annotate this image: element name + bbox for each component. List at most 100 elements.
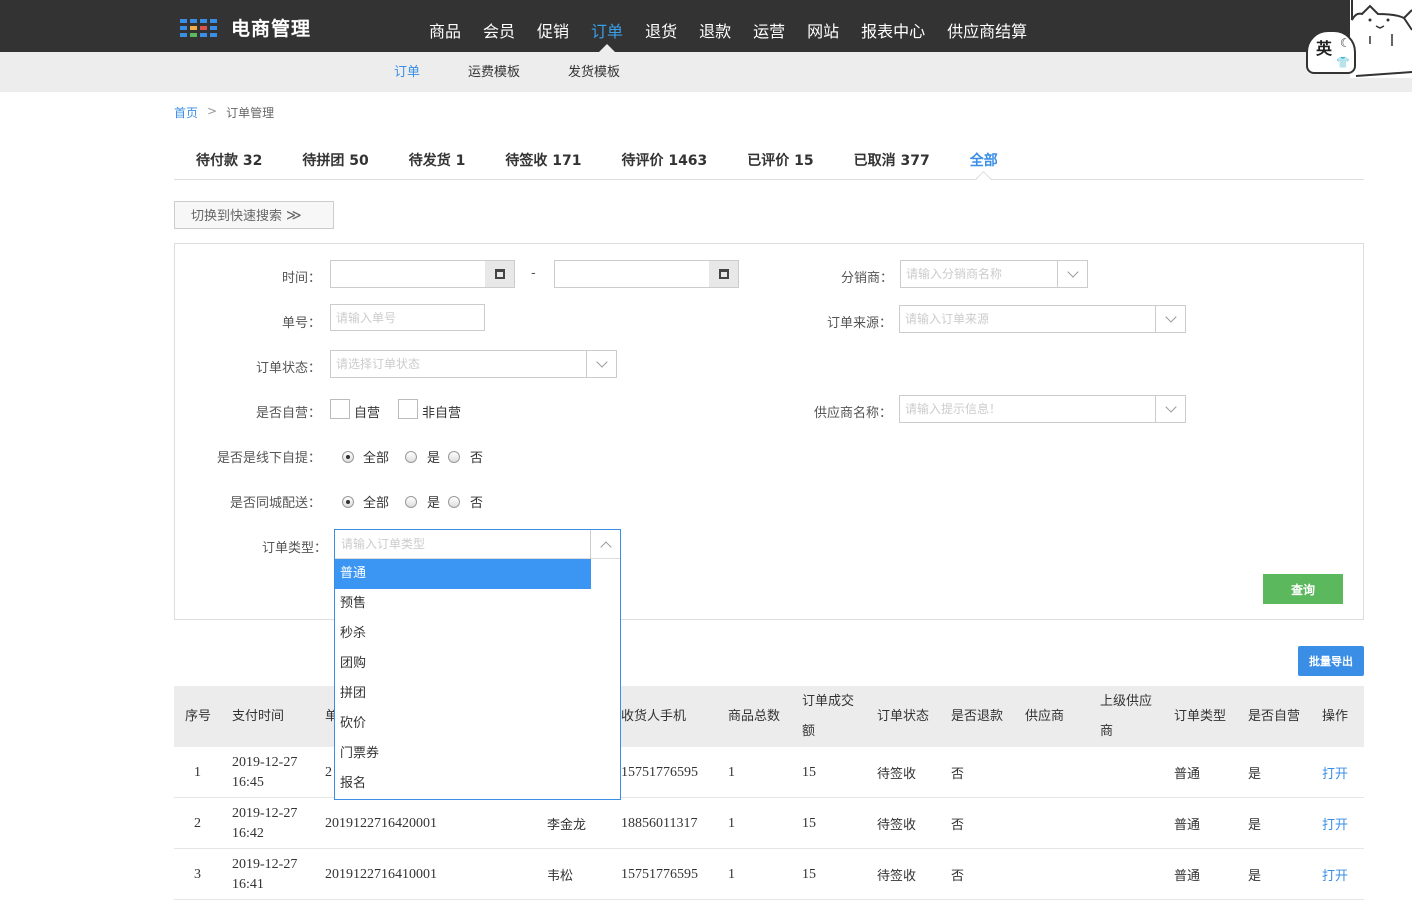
moon-icon: ☾ [1340,36,1351,50]
batch-export-button[interactable]: 批量导出 [1298,646,1364,676]
option-flash-sale[interactable]: 秒杀 [335,619,620,649]
breadcrumb-home[interactable]: 首页 [174,104,198,121]
cell-order-no: 2019122716420001 [325,815,437,831]
open-order-link[interactable]: 打开 [1322,814,1348,833]
order-status-select[interactable]: 请选择订单状态 [330,350,617,378]
option-presale[interactable]: 预售 [335,589,620,619]
option-pintuan[interactable]: 拼团 [335,679,620,709]
nav-item-promotions[interactable]: 促销 [526,0,580,52]
pickup-yes-label: 是 [427,451,441,466]
end-date-picker-button[interactable] [709,260,739,288]
cell-status: 待签收 [877,869,917,884]
supplier-name-select[interactable]: 请输入提示信息！ [899,395,1186,423]
subnav-item-orders[interactable]: 订单 [382,52,432,92]
order-type-options: 普通 预售 秒杀 团购 拼团 砍价 门票券 报名 [335,559,620,799]
option-ticket[interactable]: 门票券 [335,739,620,769]
self-run-checkbox[interactable] [330,399,350,419]
tab-reviewed[interactable]: 已评价 15 [747,142,813,179]
nav-item-members[interactable]: 会员 [472,0,526,52]
calendar-icon [718,269,729,279]
cell-no: 3 [194,866,201,882]
subnav-item-delivery-template[interactable]: 发货模板 [556,52,632,92]
cell-qty: 1 [728,815,735,831]
cell-order-type: 普通 [1174,869,1201,884]
nav-item-returns[interactable]: 退货 [634,0,688,52]
breadcrumb-separator: > [207,104,218,118]
order-type-input[interactable]: 请输入订单类型 [335,530,620,559]
tab-pending-payment[interactable]: 待付款 32 [196,142,262,179]
pickup-no-radio[interactable] [448,451,460,463]
order-status-label: 订单状态： [255,361,321,376]
open-order-link[interactable]: 打开 [1322,763,1348,782]
sub-navbar: 订单 运费模板 发货模板 [0,52,1412,92]
local-yes-radio[interactable] [405,496,417,508]
cell-qty: 1 [728,866,735,882]
pay-date: 2019-12-27 [232,805,298,821]
cell-order-type: 普通 [1174,818,1201,833]
nav-item-operations[interactable]: 运营 [742,0,796,52]
order-source-label: 订单来源： [826,316,892,331]
pickup-yes-radio[interactable] [405,451,417,463]
local-no-radio[interactable] [448,496,460,508]
cell-pay-time: 2019-12-27 16:45 [232,747,297,798]
start-date-picker-button[interactable] [485,260,515,288]
cell-refund: 否 [951,818,965,833]
tab-pending-shipment[interactable]: 待发货 1 [409,142,466,179]
order-type-placeholder: 请输入订单类型 [341,537,426,551]
self-run-label: 是否自营： [255,406,321,421]
cell-amount: 15 [802,866,816,882]
option-registration[interactable]: 报名 [335,769,620,799]
main-nav: 商品 会员 促销 订单 退货 退款 运营 网站 报表中心 供应商结算 [418,0,1038,52]
cell-self-run: 是 [1248,869,1262,884]
cell-no: 1 [194,764,201,780]
distributor-select[interactable]: 请输入分销商名称 [900,260,1088,288]
date-range-dash: - [531,266,536,281]
cell-amount: 15 [802,764,816,780]
order-type-dropdown[interactable]: 请输入订单类型 普通 预售 秒杀 团购 拼团 砍价 门票券 报名 [334,529,621,800]
cell-receiver: 李金龙 [547,818,587,833]
nav-item-supplier-settlement[interactable]: 供应商结算 [936,0,1038,52]
order-source-select[interactable]: 请输入订单来源 [899,305,1186,333]
nav-item-website[interactable]: 网站 [796,0,850,52]
option-normal[interactable]: 普通 [335,559,591,589]
tab-cancelled[interactable]: 已取消 377 [854,142,930,179]
order-type-label: 订单类型： [261,541,327,556]
local-no-label: 否 [470,496,484,511]
grid-icon [180,18,217,37]
non-self-run-checkbox[interactable] [398,399,418,419]
subnav-item-shipping-template[interactable]: 运费模板 [456,52,532,92]
breadcrumb: 首页 > 订单管理 [174,104,274,121]
col-item-count: 商品总数 [728,708,781,724]
query-button[interactable]: 查询 [1263,574,1343,604]
cell-qty: 1 [728,764,735,780]
option-bargain[interactable]: 砍价 [335,709,620,739]
nav-item-products[interactable]: 商品 [418,0,472,52]
end-date-input[interactable] [554,260,711,288]
col-receiver-phone: 收货人手机 [621,708,687,724]
local-all-radio[interactable] [342,496,354,508]
order-no-input[interactable] [330,304,485,331]
offline-pickup-label: 是否是线下自提： [216,451,321,466]
top-navbar: 电商管理 商品 会员 促销 订单 退货 退款 运营 网站 报表中心 供应商结算 [0,0,1412,52]
tab-pending-group[interactable]: 待拼团 50 [302,142,368,179]
switch-quick-search-button[interactable]: 切换到快速搜索 ≫ [174,201,334,229]
tab-pending-receipt[interactable]: 待签收 171 [505,142,581,179]
cell-order-type: 普通 [1174,767,1201,782]
local-all-label: 全部 [363,496,390,511]
start-date-input[interactable] [330,260,487,288]
nav-item-refunds[interactable]: 退款 [688,0,742,52]
app-logo[interactable]: 电商管理 [180,14,311,41]
open-order-link[interactable]: 打开 [1322,865,1348,884]
nav-item-reports[interactable]: 报表中心 [850,0,936,52]
supplier-name-placeholder: 请输入提示信息！ [905,402,1002,416]
chevron-up-icon[interactable] [590,530,620,559]
option-group-buy[interactable]: 团购 [335,649,620,679]
breadcrumb-current: 订单管理 [226,106,275,120]
cell-phone: 15751776595 [621,764,698,780]
tab-all[interactable]: 全部 [970,142,998,179]
pickup-all-radio[interactable] [342,451,354,463]
tab-pending-review[interactable]: 待评价 1463 [621,142,707,179]
ime-indicator[interactable]: 英 ☾ 👕 [1306,30,1356,74]
nav-item-orders[interactable]: 订单 [580,0,634,52]
col-parent-supplier: 上级供应商 [1100,693,1153,739]
